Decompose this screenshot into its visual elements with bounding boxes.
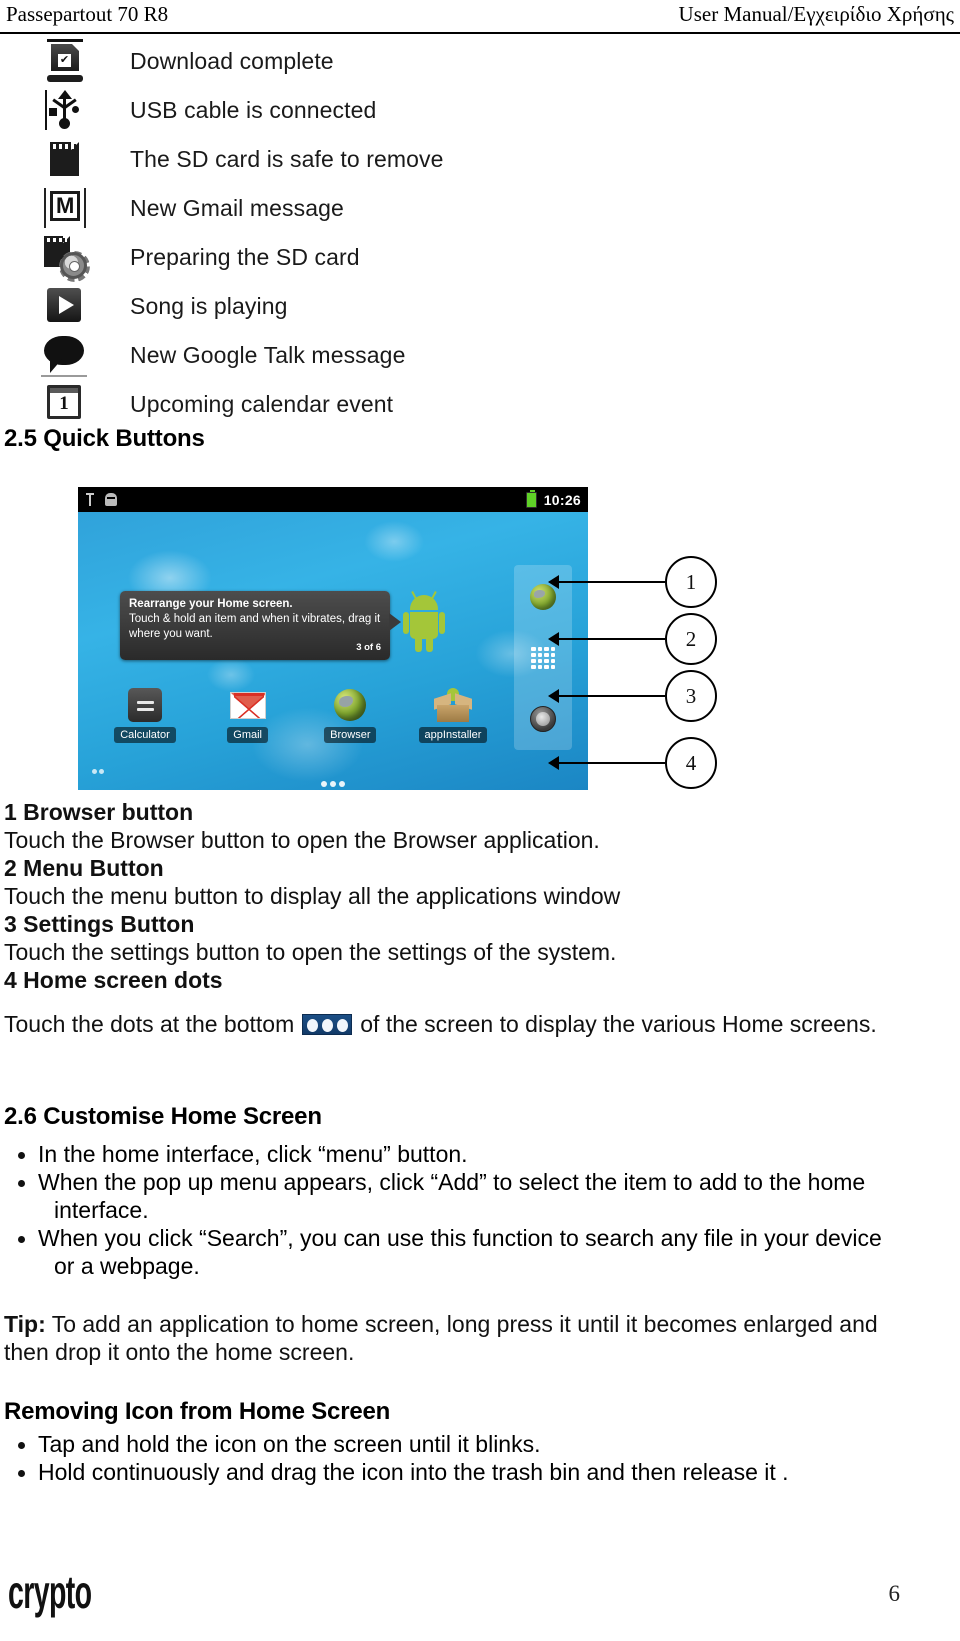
menu-button[interactable] (531, 646, 555, 669)
tip-paragraph-line2: then drop it onto the home screen. (4, 1339, 355, 1365)
app-label: Calculator (114, 727, 176, 743)
android-mascot-icon (402, 590, 446, 653)
tip-paragraph: Tip: To add an application to home scree… (4, 1310, 944, 1338)
entry-text-1: Touch the Browser button to open the Bro… (4, 827, 600, 853)
status-label: USB cable is connected (130, 96, 377, 123)
section-heading-2-5: 2.5 Quick Buttons (4, 425, 205, 452)
list-item: New Google Talk message (0, 330, 620, 379)
page-indicator-left[interactable] (92, 769, 104, 774)
app-label: appInstaller (418, 727, 488, 743)
list-item: ✔ Download complete (0, 36, 620, 85)
status-label: New Google Talk message (130, 341, 406, 368)
usb-status-icon (85, 492, 96, 507)
appinstaller-icon (414, 685, 492, 725)
list-item-continuation: interface. (54, 1197, 149, 1223)
status-label: The SD card is safe to remove (130, 145, 444, 172)
status-label: Upcoming calendar event (130, 390, 394, 417)
brand-logo: crypto (8, 1566, 92, 1618)
app-label: Browser (324, 727, 377, 743)
tip-label: Tip: (4, 1311, 46, 1337)
entry-text-4: Touch the dots at the bottom of the scre… (4, 1010, 944, 1038)
calculator-icon (106, 685, 184, 725)
sd-card-preparing-icon (0, 234, 130, 282)
status-label: Song is playing (130, 292, 288, 319)
list-item: When you click “Search”, you can use thi… (4, 1224, 944, 1252)
app-shortcut-calculator[interactable]: Calculator (106, 685, 184, 743)
quick-buttons-figure: 10:26 Rearrange your Home screen. Touch … (78, 487, 717, 790)
entry-title-2: 2 Menu Button (4, 855, 164, 881)
gmail-app-icon (209, 685, 287, 725)
home-screen-app-row: Calculator Gmail Browser appInstaller (106, 685, 492, 743)
callout-number: 4 (665, 737, 717, 789)
entry-title-4: 4 Home screen dots (4, 967, 223, 993)
android-status-bar: 10:26 (78, 487, 588, 512)
tooltip-body: Touch & hold an item and when it vibrate… (129, 613, 381, 640)
quick-buttons-descriptions: 1 Browser button Touch the Browser butto… (4, 798, 944, 1038)
status-bar-clock: 10:26 (543, 491, 581, 508)
list-item: Preparing the SD card (0, 232, 620, 282)
tooltip-counter: 3 of 6 (356, 642, 381, 653)
status-icon-list: ✔ Download complete USB cable is connect… (0, 36, 620, 428)
list-item-continuation: or a webpage. (54, 1253, 200, 1279)
tooltip-title: Rearrange your Home screen. (129, 598, 293, 610)
page-header: Passepartout 70 R8 User Manual/Εγχειρίδι… (0, 0, 960, 34)
list-item: 1 Upcoming calendar event (0, 379, 620, 428)
app-shortcut-browser[interactable]: Browser (311, 685, 389, 743)
home-screen-tooltip: Rearrange your Home screen. Touch & hold… (120, 591, 401, 660)
entry-text-4-before: Touch the dots at the bottom (4, 1011, 295, 1037)
header-manual-title: User Manual/Εγχειρίδιο Χρήσης (678, 2, 954, 26)
removing-icon-heading: Removing Icon from Home Screen (4, 1398, 391, 1425)
calendar-day: 1 (59, 393, 69, 414)
quick-buttons-bar[interactable] (514, 565, 572, 750)
download-complete-icon: ✔ (0, 38, 130, 83)
list-item: USB cable is connected (0, 85, 620, 134)
tip-text: To add an application to home screen, lo… (45, 1311, 878, 1337)
app-label: Gmail (227, 727, 269, 743)
list-item: M New Gmail message (0, 183, 620, 232)
header-document-title: Passepartout 70 R8 (6, 2, 169, 26)
status-label: Download complete (130, 47, 334, 74)
list-item: Hold continuously and drag the icon into… (4, 1458, 944, 1486)
battery-icon (525, 489, 537, 508)
home-screen-dots[interactable] (321, 781, 345, 787)
entry-text-2: Touch the menu button to display all the… (4, 883, 621, 909)
google-talk-icon (0, 333, 130, 377)
home-screen-dots-inline-icon (302, 1013, 353, 1035)
list-item: When the pop up menu appears, click “Add… (4, 1168, 944, 1196)
browser-app-icon (311, 685, 389, 725)
app-shortcut-gmail[interactable]: Gmail (209, 685, 287, 743)
list-item: The SD card is safe to remove (0, 134, 620, 183)
callout-number: 1 (665, 556, 717, 608)
list-item: In the home interface, click “menu” butt… (4, 1140, 944, 1168)
entry-text-4-after: of the screen to display the various Hom… (360, 1011, 877, 1037)
music-play-icon (0, 286, 130, 326)
entry-title-3: 3 Settings Button (4, 911, 195, 937)
tablet-home-screen-screenshot: 10:26 Rearrange your Home screen. Touch … (78, 487, 588, 790)
status-label: New Gmail message (130, 194, 344, 221)
android-status-icon (105, 493, 117, 506)
callout-number: 3 (665, 670, 717, 722)
usb-connected-icon (0, 88, 130, 132)
list-item: Song is playing (0, 281, 620, 330)
list-item: Tap and hold the icon on the screen unti… (4, 1430, 944, 1458)
sd-card-safe-icon (0, 137, 130, 181)
settings-button[interactable] (530, 705, 556, 732)
section-2-6: 2.6 Customise Home Screen In the home in… (4, 1103, 944, 1486)
status-label: Preparing the SD card (130, 243, 360, 270)
callout-number: 2 (665, 613, 717, 665)
calendar-event-icon: 1 (0, 383, 130, 425)
entry-title-1: 1 Browser button (4, 799, 194, 825)
app-shortcut-appinstaller[interactable]: appInstaller (414, 685, 492, 743)
section-heading-2-6: 2.6 Customise Home Screen (4, 1103, 322, 1130)
page-number: 6 (888, 1581, 901, 1606)
gmail-icon: M (0, 186, 130, 230)
page-footer: crypto 6 (0, 1521, 960, 1641)
entry-text-3: Touch the settings button to open the se… (4, 939, 617, 965)
